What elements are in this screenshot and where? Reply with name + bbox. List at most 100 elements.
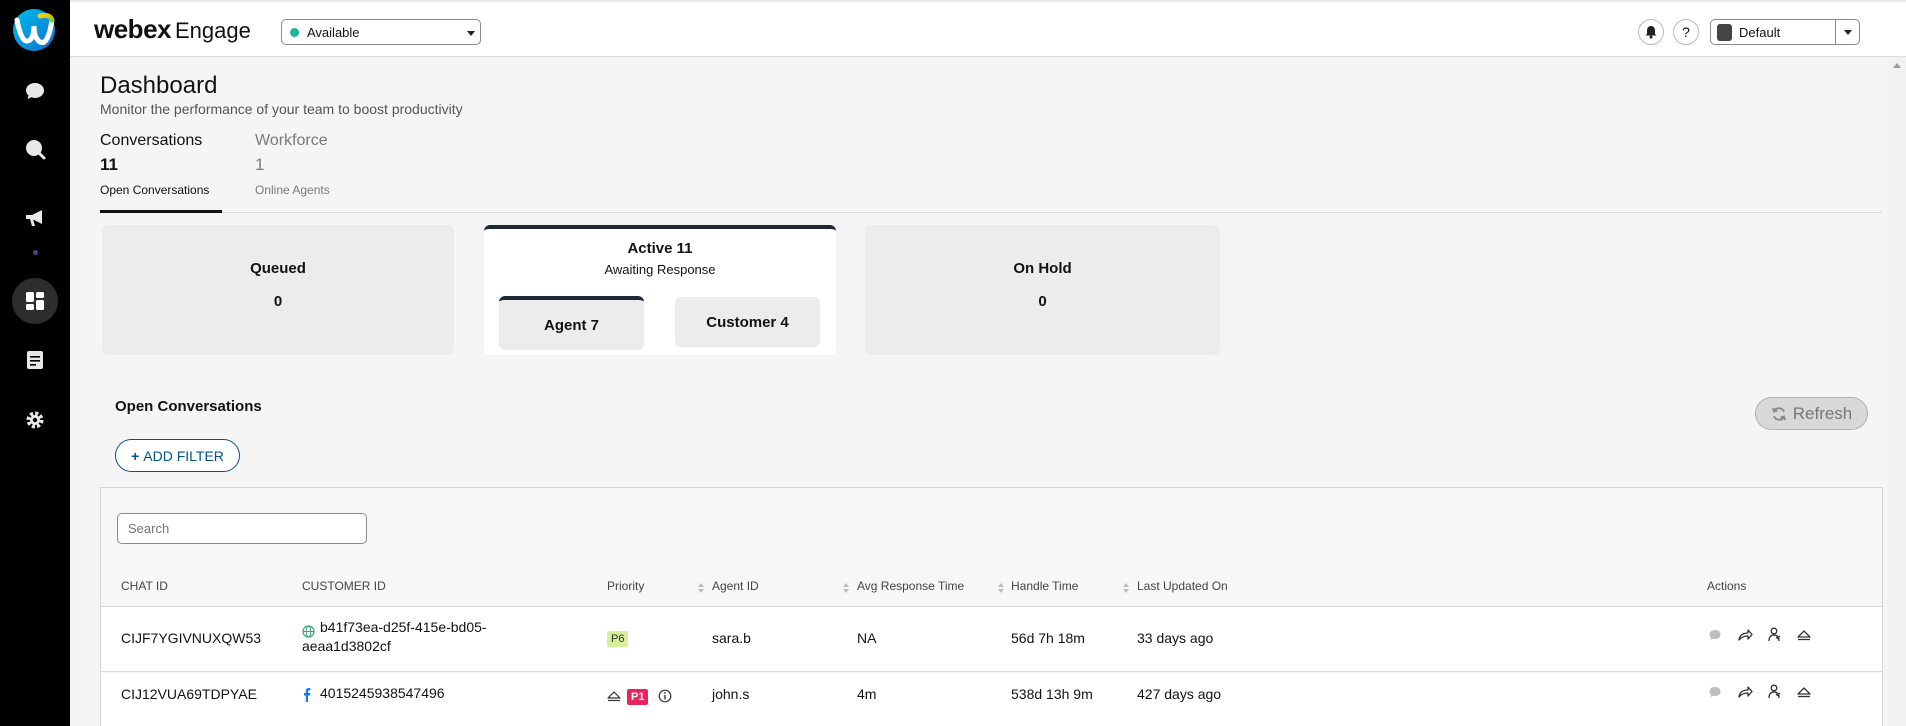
profile-select[interactable]: Default [1710,19,1860,45]
brand-title: webex Engage [94,14,251,45]
refresh-button[interactable]: Refresh [1755,397,1868,430]
scroll-up-icon[interactable] [1893,63,1901,68]
tab-title: Conversations [100,132,203,149]
queued-card[interactable]: Queued 0 [102,225,454,355]
megaphone-nav-icon[interactable] [12,195,58,241]
tab-conversations[interactable]: Conversations 11 Open Conversations [100,132,209,197]
last-updated-cell: 33 days ago [1137,630,1214,646]
open-conversations-title: Open Conversations [115,398,262,415]
agent-id-cell: sara.b [712,630,751,646]
tab-title: Workforce [255,132,328,149]
facebook-icon [304,688,311,702]
page-subtitle: Monitor the performance of your team to … [100,101,463,117]
search-nav-icon[interactable] [12,126,58,172]
bell-icon [1645,26,1657,39]
brand-sub: Engage [175,18,251,43]
col-avg-response-time[interactable]: Avg Response Time [857,579,964,593]
availability-select[interactable]: Available [281,19,481,45]
conversations-table: CHAT ID CUSTOMER ID Priority Agent ID Av… [100,487,1883,726]
assign-agent-icon[interactable] [1767,684,1781,699]
top-bar: webexEngage Available ? Default KD [70,0,1906,57]
last-updated-cell: 427 days ago [1137,686,1222,702]
col-handle-time[interactable]: Handle Time [1011,579,1078,593]
settings-nav-icon[interactable] [12,397,58,443]
sort-icon[interactable] [698,583,704,595]
help-icon: ? [1682,24,1690,40]
profile-thumbnail-icon [1717,24,1732,41]
tab-workforce[interactable]: Workforce 1 Online Agents [255,132,330,197]
col-actions: Actions [1707,579,1747,593]
agent-id-cell: john.s [712,686,750,702]
availability-value: Available [307,24,360,40]
forward-icon[interactable] [1737,685,1753,699]
left-nav [0,0,70,726]
onhold-value: 0 [1038,293,1047,310]
reports-nav-icon[interactable] [12,337,58,383]
col-customer-id[interactable]: CUSTOMER ID [302,579,386,593]
info-icon[interactable] [658,689,672,703]
escalate-icon[interactable] [1796,628,1812,641]
add-filter-button[interactable]: + ADD FILTER [115,439,240,472]
priority-badge: P1 [627,689,649,705]
priority-badge: P6 [607,631,629,647]
profile-select-value: Default [1739,25,1781,40]
customer-count: Customer 4 [706,313,789,331]
col-agent-id[interactable]: Agent ID [712,579,759,593]
escalate-icon[interactable] [1796,685,1812,698]
dashboard-nav-icon[interactable] [12,278,58,324]
col-chat-id[interactable]: CHAT ID [121,579,168,593]
tab-caption: Open Conversations [100,183,210,197]
chat-id-cell[interactable]: CIJF7YGIVNUXQW53 [121,630,261,646]
tab-divider [100,212,1882,213]
table-row[interactable]: CIJF7YGIVNUXQW53 b41f73ea-d25f-415e-bd05… [101,607,1882,672]
customer-subcard[interactable]: Customer 4 [675,297,820,347]
refresh-label: Refresh [1792,403,1853,423]
page-scrollbar[interactable] [1888,57,1906,726]
onhold-card[interactable]: On Hold 0 [865,225,1220,355]
col-last-updated[interactable]: Last Updated On [1137,579,1228,593]
select-divider [1835,20,1836,44]
notifications-button[interactable] [1638,19,1664,45]
assign-agent-icon[interactable] [1767,627,1781,642]
avg-response-cell: 4m [857,686,877,702]
chat-action-icon[interactable] [1708,628,1722,642]
customer-id-cell: 4015245938547496 [320,685,445,701]
chat-nav-icon[interactable] [12,68,58,114]
escalated-icon [607,691,621,702]
col-priority[interactable]: Priority [607,579,644,593]
tab-count: 1 [255,155,265,174]
chevron-down-icon [467,31,475,36]
onhold-title: On Hold [1013,260,1072,277]
tab-caption: Online Agents [255,183,330,197]
refresh-icon [1771,406,1786,421]
active-title: Active 11 [627,240,693,257]
agent-subcard[interactable]: Agent 7 [499,296,644,350]
brand-main: webex [94,14,172,44]
active-subtitle: Awaiting Response [604,262,716,277]
status-dot-icon [290,28,299,37]
nav-indicator-dot [33,250,38,255]
table-row[interactable]: CIJ12VUA69TDPYAE 4015245938547496 P1 joh… [101,673,1882,726]
avg-response-cell: NA [857,630,877,646]
sort-icon[interactable] [1123,583,1129,595]
chevron-down-icon [1844,30,1852,35]
add-filter-label: ADD FILTER [143,447,224,464]
handle-time-cell: 538d 13h 9m [1011,686,1093,702]
sort-icon[interactable] [998,583,1004,595]
webex-logo[interactable] [10,8,58,52]
chat-action-icon[interactable] [1708,685,1722,699]
queued-title: Queued [250,260,306,277]
chat-id-cell[interactable]: CIJ12VUA69TDPYAE [121,686,257,702]
agent-count: Agent 7 [543,316,599,334]
forward-icon[interactable] [1737,628,1753,642]
help-button[interactable]: ? [1673,19,1699,45]
plus-icon: + [131,447,140,464]
search-input[interactable] [117,513,367,544]
sort-icon[interactable] [843,583,849,595]
tab-count: 11 [100,155,118,174]
queued-value: 0 [273,293,283,310]
handle-time-cell: 56d 7h 18m [1011,630,1085,646]
page-title: Dashboard [100,72,218,99]
active-card[interactable]: Active 11 Awaiting Response Agent 7 Cust… [484,225,836,355]
customer-id-cell: b41f73ea-d25f-415e-bd05- [320,619,487,635]
